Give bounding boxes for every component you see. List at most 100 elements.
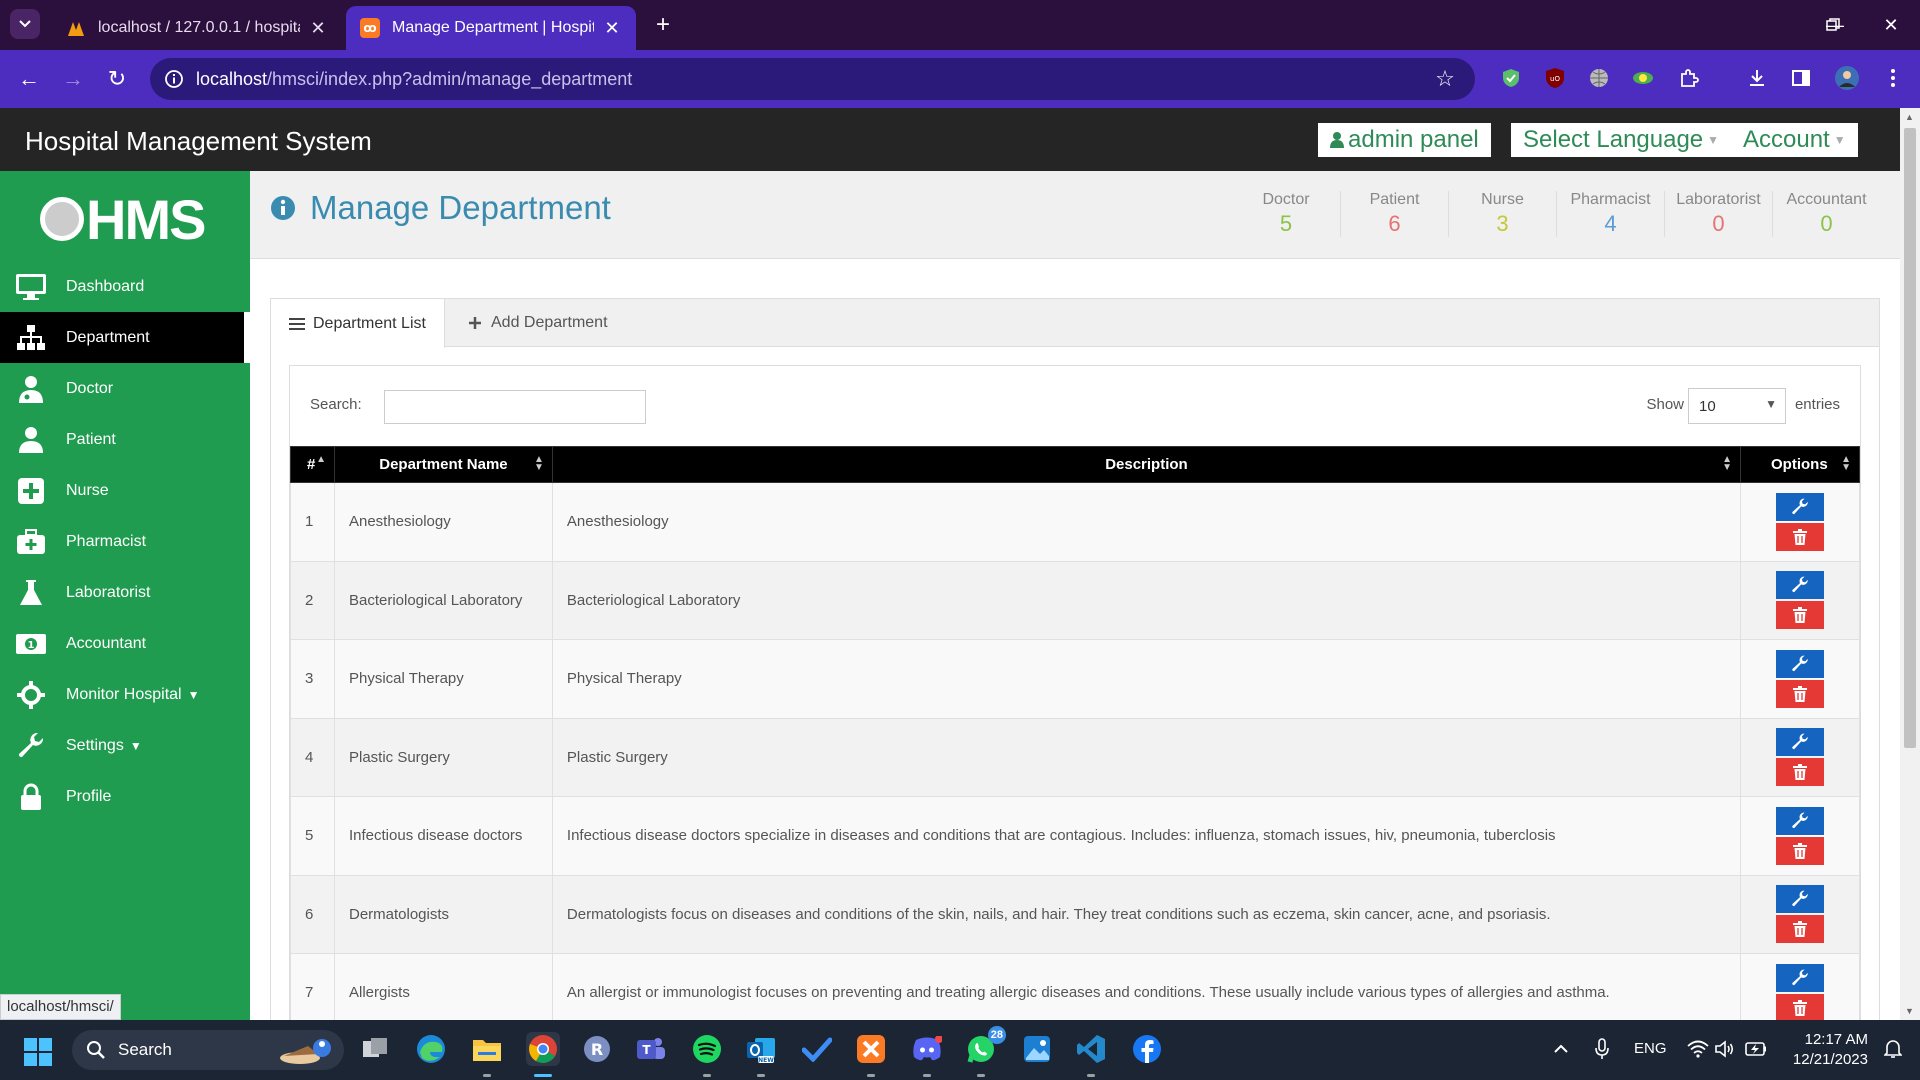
teams-icon[interactable]: T [634,1032,668,1066]
edit-button[interactable] [1776,963,1824,992]
sidebar-item-department[interactable]: Department [0,312,250,363]
ublock-extension-icon[interactable]: uO [1542,65,1568,91]
column-header-options[interactable]: Options ▲ ▼ [1740,446,1860,483]
browser-menu-kebab-icon[interactable] [1880,65,1906,91]
sidebar-item-dashboard[interactable]: Dashboard [0,261,250,312]
globe-extension-icon[interactable] [1586,65,1612,91]
vscode-icon[interactable] [1074,1032,1108,1066]
delete-button[interactable] [1776,522,1824,551]
discord-icon[interactable] [910,1032,944,1066]
restore-icon[interactable] [1818,10,1848,40]
edge-browser-icon[interactable] [414,1032,448,1066]
sidebar-item-settings[interactable]: Settings ▼ [0,720,250,771]
photos-icon[interactable] [1020,1032,1054,1066]
column-header-department-name[interactable]: Department Name ▲ ▼ [333,446,553,483]
column-header-number[interactable]: # ▲ [290,446,335,483]
taskbar-clock[interactable]: 12:17 AM 12/21/2023 [1793,1030,1868,1070]
facebook-icon[interactable] [1130,1032,1164,1066]
admin-panel-button[interactable]: admin panel [1318,123,1491,157]
notification-bell-icon[interactable] [1882,1038,1904,1060]
page-scrollbar[interactable]: ▲ ▼ [1900,108,1920,1020]
shield-extension-icon[interactable] [1498,65,1524,91]
back-arrow-icon[interactable]: ← [14,64,44,94]
edit-button[interactable] [1776,492,1824,521]
outlook-new-icon[interactable]: NEW [744,1032,778,1066]
puzzle-extensions-icon[interactable] [1676,65,1702,91]
xampp-icon[interactable] [854,1032,888,1066]
tab-search-chevron-icon[interactable] [10,9,40,39]
sidebar-item-laboratorist[interactable]: Laboratorist [0,567,250,618]
stat-patient[interactable]: Patient 6 [1340,191,1448,237]
close-icon[interactable]: ✕ [602,18,622,38]
edit-button[interactable] [1776,728,1824,757]
delete-button[interactable] [1776,758,1824,787]
list-icon [289,316,305,332]
reload-icon[interactable]: ↻ [102,64,132,94]
input-language-indicator[interactable]: ENG [1634,1040,1667,1057]
edit-button[interactable] [1776,806,1824,835]
tab-add-department[interactable]: Add Department [449,299,626,347]
new-tab-plus-icon[interactable]: + [650,11,676,38]
scroll-down-arrow-icon[interactable]: ▼ [1905,1006,1914,1016]
browser-tab-manage-department[interactable]: ꝏ Manage Department | Hospital ✕ [346,6,636,50]
file-explorer-icon[interactable] [470,1032,504,1066]
whatsapp-icon[interactable]: 28 [964,1026,1006,1066]
delete-button[interactable] [1776,836,1824,865]
hms-logo[interactable]: HMS [40,188,206,251]
stat-doctor[interactable]: Doctor 5 [1232,191,1340,237]
todo-checkmark-icon[interactable] [800,1032,834,1066]
side-panel-icon[interactable] [1788,65,1814,91]
scroll-up-arrow-icon[interactable]: ▲ [1905,112,1914,122]
stat-accountant[interactable]: Accountant 0 [1772,191,1880,237]
browser-tab-phpmyadmin[interactable]: localhost / 127.0.0.1 / hospital / ✕ [52,6,342,50]
scrollbar-thumb[interactable] [1904,128,1916,748]
delete-button[interactable] [1776,679,1824,708]
stat-pharmacist[interactable]: Pharmacist 4 [1556,191,1664,237]
stat-value: 5 [1279,211,1293,236]
chrome-browser-icon[interactable] [526,1032,560,1066]
spotify-icon[interactable] [690,1032,724,1066]
search-input[interactable] [384,390,646,424]
wifi-icon[interactable] [1686,1038,1710,1060]
battery-charging-icon[interactable] [1744,1038,1768,1060]
window-close-icon[interactable]: ✕ [1876,10,1906,40]
account-dropdown[interactable]: Account ▼ [1731,123,1858,157]
microphone-icon[interactable] [1592,1038,1612,1060]
site-info-icon[interactable] [162,67,186,91]
options-cell [1740,639,1860,719]
r-language-icon[interactable]: R [580,1032,614,1066]
bookmark-star-icon[interactable]: ☆ [1433,66,1457,91]
colorful-extension-icon[interactable] [1630,65,1656,91]
stat-laboratorist[interactable]: Laboratorist 0 [1664,191,1772,237]
task-view-icon[interactable] [358,1032,392,1066]
edit-button[interactable] [1776,571,1824,600]
sidebar-item-patient[interactable]: Patient [0,414,250,465]
delete-button[interactable] [1776,993,1824,1020]
sidebar-item-doctor[interactable]: Doctor [0,363,250,414]
delete-button[interactable] [1776,915,1824,944]
download-icon[interactable] [1744,65,1770,91]
edit-button[interactable] [1776,649,1824,678]
close-icon[interactable]: ✕ [308,18,328,38]
edit-button[interactable] [1776,885,1824,914]
sidebar-item-nurse[interactable]: Nurse [0,465,250,516]
windows-start-icon[interactable] [24,1038,52,1066]
delete-button[interactable] [1776,601,1824,630]
forward-arrow-icon[interactable]: → [58,64,88,94]
profile-avatar-icon[interactable] [1834,65,1860,91]
taskbar-search-box[interactable]: Search [72,1030,344,1070]
svg-text:NEW: NEW [758,1057,774,1064]
select-language-dropdown[interactable]: Select Language ▼ [1511,123,1732,157]
entries-per-page-select[interactable]: 10 ▼ [1688,388,1786,424]
sidebar-item-accountant[interactable]: 1 Accountant [0,618,250,669]
column-header-description[interactable]: Description ▲ ▼ [551,446,1742,483]
stat-nurse[interactable]: Nurse 3 [1448,191,1556,237]
sidebar-item-monitor-hospital[interactable]: Monitor Hospital ▼ [0,669,250,720]
tab-department-list[interactable]: Department List [271,299,445,348]
show-hidden-icons-chevron-icon[interactable] [1550,1038,1572,1060]
url-omnibox[interactable]: localhost/hmsci/index.php?admin/manage_d… [150,58,1475,100]
sidebar-item-pharmacist[interactable]: Pharmacist [0,516,250,567]
volume-icon[interactable] [1714,1038,1736,1060]
sidebar-item-profile[interactable]: Profile [0,771,250,822]
sort-asc-icon: ▲ [316,454,326,465]
